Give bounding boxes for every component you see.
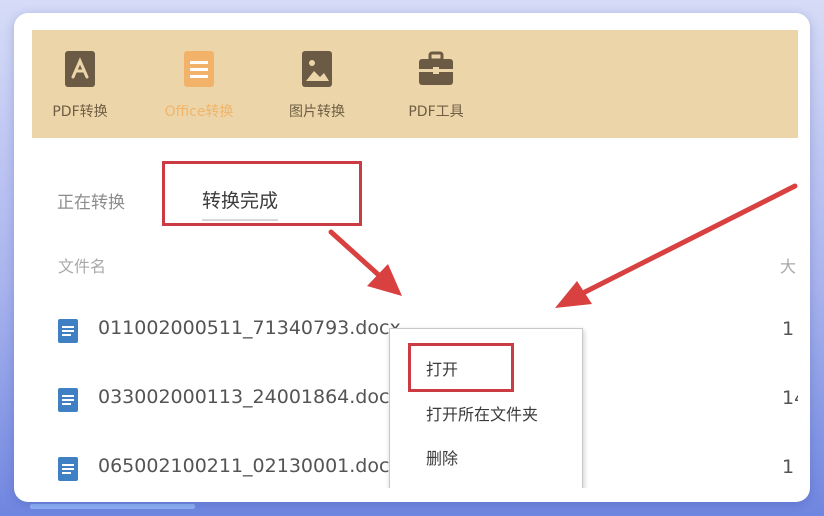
tool-label: PDF转换 [52, 104, 108, 120]
office-doc-icon [184, 51, 214, 87]
status-tabs: 正在转换 转换完成 [32, 138, 798, 238]
highlight-box-tab [162, 161, 362, 226]
tool-label: PDF工具 [408, 104, 464, 120]
tool-pdf-convert[interactable]: PDF转换 [32, 49, 130, 129]
tool-image-convert[interactable]: 图片转换 [267, 49, 367, 129]
tool-label: Office转换 [164, 104, 234, 120]
toolbox-icon [419, 51, 453, 85]
tab-converting[interactable]: 正在转换 [57, 188, 125, 213]
highlight-box-open [408, 343, 514, 392]
tool-office-convert[interactable]: Office转换 [149, 49, 249, 129]
file-size: 1 [782, 318, 795, 340]
titlebar-cropped [44, 30, 204, 38]
word-doc-icon [58, 457, 78, 481]
file-name: 011002000511_71340793.docx [98, 317, 401, 339]
tool-pdf-tools[interactable]: PDF工具 [386, 49, 486, 129]
column-header-size: 大 [779, 257, 796, 276]
word-doc-icon [58, 319, 78, 343]
screenshot-card: PDF转换 Office转换 图片转换 PDF工具 正在转换 转换完成 文件名 … [14, 13, 810, 502]
app-window: PDF转换 Office转换 图片转换 PDF工具 正在转换 转换完成 文件名 … [32, 30, 798, 488]
pdf-icon [65, 51, 95, 87]
image-icon [302, 51, 332, 87]
menu-item-delete[interactable]: 删除 [426, 445, 458, 469]
context-menu: 打开 打开所在文件夹 删除 [389, 328, 583, 488]
column-header-filename: 文件名 [58, 257, 107, 276]
menu-item-open-folder[interactable]: 打开所在文件夹 [426, 401, 538, 425]
file-name: 065002100211_02130001.docx [98, 455, 401, 477]
top-toolbar: PDF转换 Office转换 图片转换 PDF工具 [32, 30, 798, 138]
word-doc-icon [58, 388, 78, 412]
tool-label: 图片转换 [289, 104, 345, 120]
background-bar [30, 504, 195, 509]
file-size: 14 [782, 387, 798, 409]
file-name: 033002000113_24001864.docx [98, 386, 401, 408]
file-size: 1 [782, 456, 795, 478]
